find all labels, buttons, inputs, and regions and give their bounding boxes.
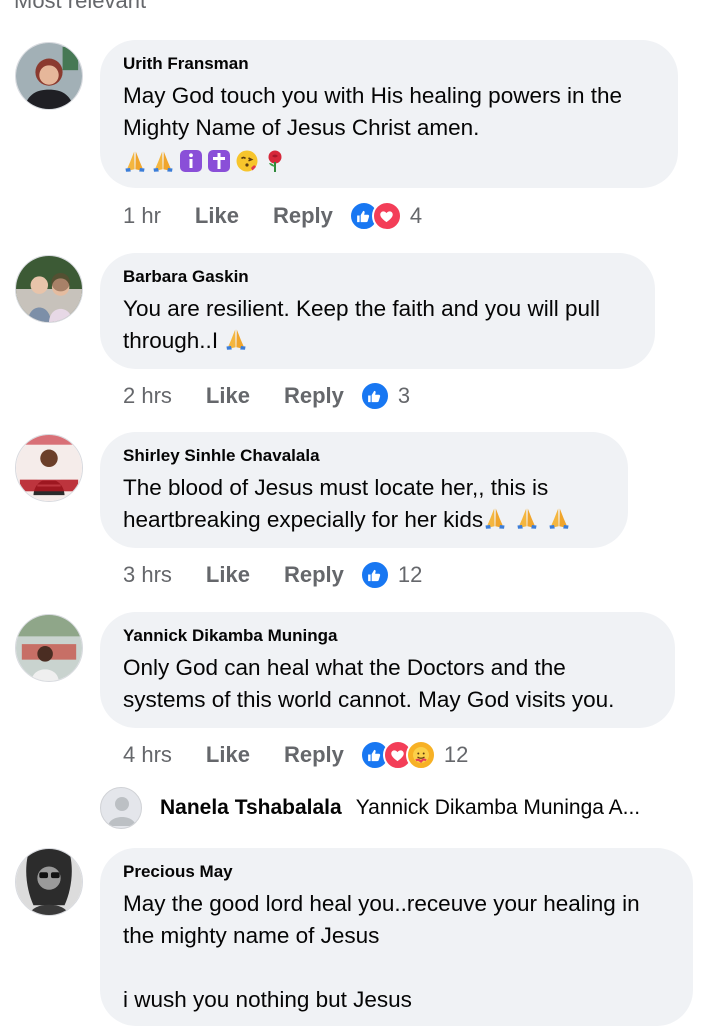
comment-timestamp[interactable]: 3 hrs (123, 562, 172, 588)
reply-button[interactable]: Reply (284, 383, 344, 409)
reaction-summary[interactable] (348, 201, 402, 231)
comment-actions: 3 hrs Like Reply 12 (123, 555, 422, 595)
reply-button[interactable]: Reply (284, 742, 344, 768)
reply-author[interactable]: Nanela Tshabalala (160, 796, 342, 820)
comment-bubble: Barbara Gaskin You are resilient. Keep t… (100, 253, 655, 369)
comment-author[interactable]: Urith Fransman (123, 54, 656, 74)
reaction-count[interactable]: 12 (444, 742, 468, 768)
comment-author[interactable]: Precious May (123, 862, 671, 882)
avatar-photo (16, 849, 82, 915)
reaction-count[interactable]: 12 (398, 562, 422, 588)
comment-bubble: Yannick Dikamba Muninga Only God can hea… (100, 612, 675, 728)
avatar-photo (16, 256, 82, 322)
comment-author[interactable]: Shirley Sinhle Chavalala (123, 446, 606, 466)
latin-cross-icon (208, 150, 230, 172)
comment-text: May the good lord heal you..receuve your… (123, 891, 640, 948)
reaction-summary[interactable] (359, 560, 390, 590)
like-reaction-icon (359, 381, 390, 411)
comment-bubble: Urith Fransman May God touch you with Hi… (100, 40, 678, 188)
comment-author[interactable]: Yannick Dikamba Muninga (123, 626, 653, 646)
avatar[interactable] (15, 42, 83, 110)
reaction-summary[interactable] (359, 381, 390, 411)
care-reaction-icon (405, 740, 436, 770)
comment-actions: 4 hrs Like Reply 12 (123, 735, 468, 775)
reaction-summary[interactable] (359, 740, 436, 770)
reaction-count[interactable]: 3 (398, 383, 410, 409)
information-icon (180, 150, 202, 172)
avatar-photo (16, 435, 82, 501)
comment-text-content: You are resilient. Keep the faith and yo… (123, 296, 600, 353)
emoji-row (123, 146, 656, 176)
like-reaction-icon (359, 560, 390, 590)
comment-text: You are resilient. Keep the faith and yo… (123, 293, 633, 357)
avatar-photo (16, 43, 82, 109)
love-reaction-icon (371, 201, 402, 231)
reply-text: Yannick Dikamba Muninga A... (355, 796, 641, 819)
avatar[interactable] (15, 848, 83, 916)
comment-text: The blood of Jesus must locate her,, thi… (123, 472, 606, 536)
comment-author[interactable]: Barbara Gaskin (123, 267, 633, 287)
reaction-count[interactable]: 4 (410, 203, 422, 229)
comment-text: May God touch you with His healing power… (123, 83, 623, 140)
comment-text: Only God can heal what the Doctors and t… (123, 655, 615, 712)
default-avatar-icon (100, 787, 142, 829)
comment-timestamp[interactable]: 4 hrs (123, 742, 172, 768)
reply-button[interactable]: Reply (273, 203, 333, 229)
avatar[interactable] (15, 614, 83, 682)
sort-label: Most relevant (14, 0, 147, 13)
comment-text: i wush you nothing but Jesus (123, 987, 412, 1012)
avatar[interactable] (15, 255, 83, 323)
reply-button[interactable]: Reply (284, 562, 344, 588)
like-button[interactable]: Like (206, 562, 250, 588)
folded-hands-icon (515, 506, 539, 530)
comment-actions: 2 hrs Like Reply 3 (123, 376, 410, 416)
folded-hands-icon (151, 149, 175, 173)
comment-bubble: Shirley Sinhle Chavalala The blood of Je… (100, 432, 628, 548)
comment-actions: 1 hr Like Reply 4 (123, 196, 422, 236)
face-blowing-kiss-icon (236, 150, 258, 172)
folded-hands-icon (483, 506, 507, 530)
reply-preview[interactable]: Nanela Tshabalala Yannick Dikamba Muning… (100, 785, 640, 831)
previous-section-label: Most relevant (0, 0, 720, 14)
avatar-photo (16, 615, 82, 681)
like-button[interactable]: Like (195, 203, 239, 229)
folded-hands-icon (224, 327, 248, 351)
comment-timestamp[interactable]: 1 hr (123, 203, 161, 229)
comment-bubble: Precious May May the good lord heal you.… (100, 848, 693, 1026)
rose-icon (268, 150, 282, 172)
like-button[interactable]: Like (206, 742, 250, 768)
folded-hands-icon (547, 506, 571, 530)
folded-hands-icon (123, 149, 147, 173)
avatar[interactable] (15, 434, 83, 502)
comment-timestamp[interactable]: 2 hrs (123, 383, 172, 409)
like-button[interactable]: Like (206, 383, 250, 409)
